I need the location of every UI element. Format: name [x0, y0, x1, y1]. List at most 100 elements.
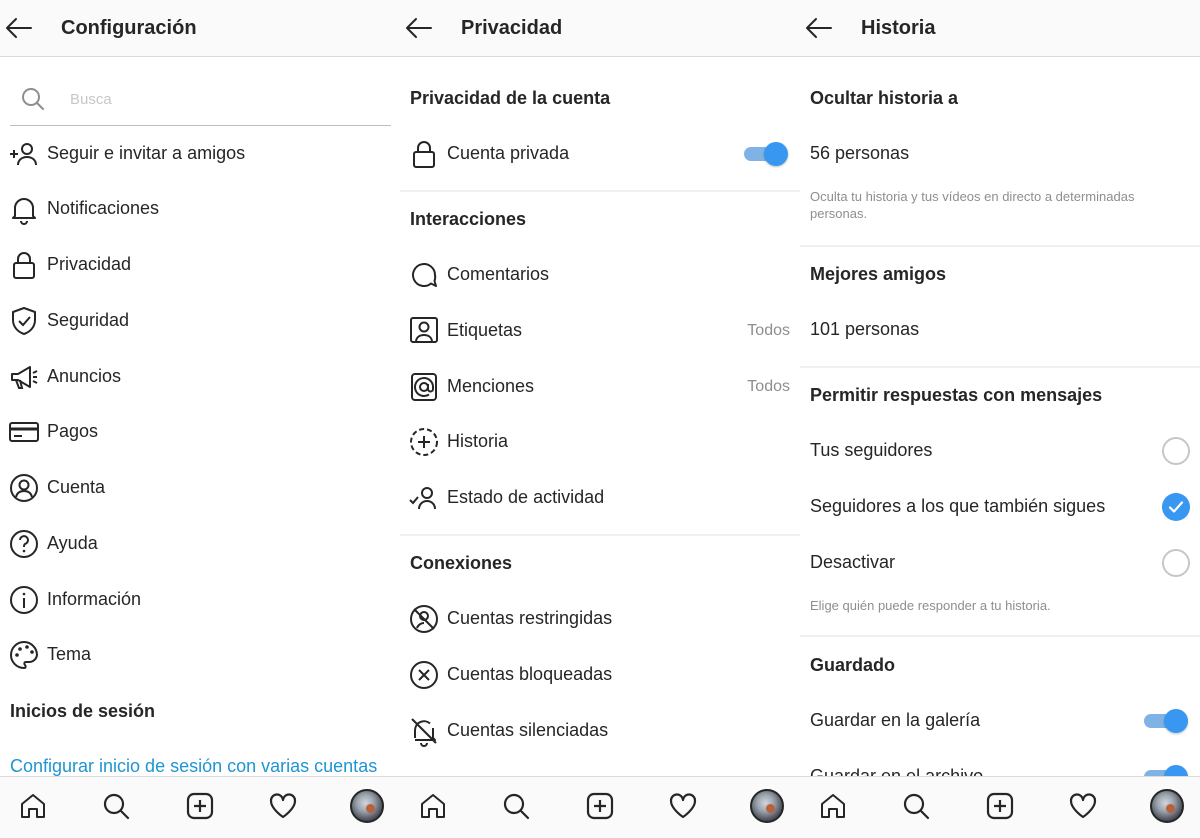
- search-bar[interactable]: [10, 74, 391, 126]
- settings-item-privacy[interactable]: Privacidad: [0, 243, 400, 287]
- settings-item-theme[interactable]: Tema: [0, 633, 400, 677]
- search-input[interactable]: [70, 86, 370, 112]
- settings-panel: Configuración Seguir e invitar a amigos …: [0, 0, 400, 838]
- settings-item-payments[interactable]: Pagos: [0, 410, 400, 454]
- shield-icon: [8, 305, 40, 337]
- page-title: Configuración: [61, 17, 197, 39]
- interaction-item-tags[interactable]: Etiquetas Todos: [400, 309, 800, 353]
- reply-option-radio-checked[interactable]: [1162, 493, 1190, 521]
- profile-avatar[interactable]: [1150, 789, 1184, 823]
- home-icon[interactable]: [18, 791, 48, 821]
- story-add-icon: [408, 426, 440, 458]
- section-saved-heading: Guardado: [810, 655, 896, 675]
- mentions-value: Todos: [747, 378, 790, 395]
- blocked-icon: [408, 659, 440, 691]
- settings-item-help[interactable]: Ayuda: [0, 522, 400, 566]
- restricted-icon: [408, 603, 440, 635]
- reply-option-off[interactable]: Desactivar: [800, 541, 1200, 585]
- new-post-icon[interactable]: [985, 791, 1015, 821]
- profile-avatar[interactable]: [750, 789, 784, 823]
- home-icon[interactable]: [818, 791, 848, 821]
- divider: [800, 635, 1200, 637]
- add-user-icon: [8, 138, 40, 170]
- back-arrow-icon[interactable]: [804, 13, 834, 43]
- section-interactions-heading: Interacciones: [410, 209, 527, 229]
- connection-label: Cuentas bloqueadas: [447, 664, 613, 684]
- hide-story-description: Oculta tu historia y tus vídeos en direc…: [810, 189, 1135, 221]
- profile-avatar[interactable]: [350, 789, 384, 823]
- credit-card-icon: [8, 416, 40, 448]
- interaction-label: Historia: [447, 431, 509, 451]
- reply-option-mutual-followers[interactable]: Seguidores a los que también sigues: [800, 485, 1200, 529]
- settings-item-label: Información: [47, 589, 142, 609]
- settings-header: Configuración: [0, 0, 400, 57]
- settings-item-notifications[interactable]: Notificaciones: [0, 187, 400, 231]
- new-post-icon[interactable]: [585, 791, 615, 821]
- story-header: Historia: [800, 0, 1200, 57]
- heart-icon[interactable]: [268, 791, 298, 821]
- lock-icon: [408, 138, 440, 170]
- divider: [800, 366, 1200, 368]
- search-icon[interactable]: [101, 791, 131, 821]
- palette-icon: [8, 639, 40, 671]
- interaction-item-mentions[interactable]: Menciones Todos: [400, 365, 800, 409]
- interaction-item-activity-status[interactable]: Estado de actividad: [400, 476, 800, 520]
- settings-item-label: Privacidad: [47, 254, 132, 274]
- replies-description: Elige quién puede responder a tu histori…: [810, 598, 1051, 613]
- bell-icon: [8, 193, 40, 225]
- interaction-item-comments[interactable]: Comentarios: [400, 253, 800, 297]
- reply-option-label: Tus seguidores: [810, 440, 933, 460]
- connection-item-muted[interactable]: Cuentas silenciadas: [400, 709, 800, 753]
- settings-item-label: Anuncios: [47, 366, 122, 386]
- back-arrow-icon[interactable]: [4, 13, 34, 43]
- save-to-gallery-row[interactable]: Guardar en la galería: [800, 699, 1200, 743]
- back-arrow-icon[interactable]: [404, 13, 434, 43]
- home-icon[interactable]: [418, 791, 448, 821]
- reply-option-radio[interactable]: [1162, 437, 1190, 465]
- hide-story-row[interactable]: 56 personas: [800, 132, 1200, 176]
- bottom-nav: [0, 776, 400, 838]
- new-post-icon[interactable]: [185, 791, 215, 821]
- search-icon[interactable]: [501, 791, 531, 821]
- search-icon[interactable]: [901, 791, 931, 821]
- search-icon: [20, 86, 46, 112]
- settings-item-info[interactable]: Información: [0, 578, 400, 622]
- connection-item-restricted[interactable]: Cuentas restringidas: [400, 597, 800, 641]
- heart-icon[interactable]: [1068, 791, 1098, 821]
- divider: [400, 534, 800, 536]
- save-to-gallery-toggle[interactable]: [1144, 709, 1188, 733]
- section-logins-heading: Inicios de sesión: [10, 701, 156, 721]
- check-icon: [1168, 501, 1184, 513]
- section-replies-heading: Permitir respuestas con mensajes: [810, 385, 1103, 405]
- bottom-nav: [800, 776, 1200, 838]
- interaction-item-story[interactable]: Historia: [400, 420, 800, 464]
- settings-item-label: Tema: [47, 644, 92, 664]
- interaction-label: Estado de actividad: [447, 487, 605, 507]
- multi-account-login-link[interactable]: Configurar inicio de sesión con varias c…: [10, 756, 377, 777]
- settings-item-label: Ayuda: [47, 533, 98, 553]
- heart-icon[interactable]: [668, 791, 698, 821]
- reply-option-followers[interactable]: Tus seguidores: [800, 429, 1200, 473]
- interaction-label: Comentarios: [447, 264, 550, 284]
- settings-item-security[interactable]: Seguridad: [0, 299, 400, 343]
- settings-item-account[interactable]: Cuenta: [0, 466, 400, 510]
- section-connections-heading: Conexiones: [410, 553, 513, 573]
- close-friends-count: 101 personas: [810, 319, 920, 339]
- tag-person-icon: [408, 315, 440, 347]
- megaphone-icon: [8, 361, 40, 393]
- private-account-toggle[interactable]: [744, 142, 788, 166]
- reply-option-radio[interactable]: [1162, 549, 1190, 577]
- private-account-row[interactable]: Cuenta privada: [400, 132, 800, 176]
- connection-label: Cuentas silenciadas: [447, 720, 609, 740]
- interaction-label: Etiquetas: [447, 320, 523, 340]
- close-friends-row[interactable]: 101 personas: [800, 308, 1200, 352]
- page-title: Historia: [861, 17, 936, 39]
- at-sign-icon: [408, 371, 440, 403]
- section-account-privacy-heading: Privacidad de la cuenta: [410, 88, 611, 108]
- settings-item-follow-invite[interactable]: Seguir e invitar a amigos: [0, 132, 400, 176]
- privacy-panel: Privacidad Privacidad de la cuenta Cuent…: [400, 0, 800, 838]
- connection-item-blocked[interactable]: Cuentas bloqueadas: [400, 653, 800, 697]
- settings-item-label: Pagos: [47, 421, 99, 441]
- settings-item-ads[interactable]: Anuncios: [0, 355, 400, 399]
- hide-story-count: 56 personas: [810, 143, 910, 163]
